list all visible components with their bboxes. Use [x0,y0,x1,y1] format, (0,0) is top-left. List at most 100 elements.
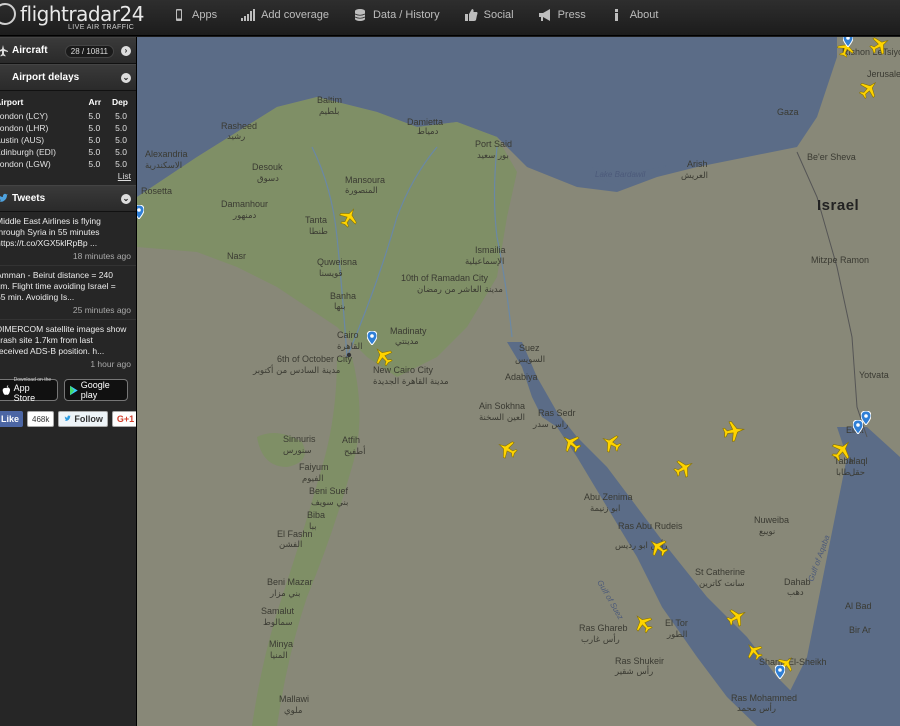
place-label-ar: نويبع [759,527,775,537]
country-label: Israel [817,197,859,214]
place-label: Ras Shukeir [615,656,664,666]
google-play-button[interactable]: Google play [64,379,128,401]
table-row[interactable]: London (LHR) 5.0 5.0 [0,122,132,134]
place-label-ar: ابو زنيمة [590,504,620,514]
delays-list-link[interactable]: List [0,171,136,181]
place-label: Desouk [252,162,283,172]
place-label-ar: بني مزار [269,589,300,599]
place-label-ar: راس سدر [532,420,568,430]
place-label: El Fashn [277,529,313,539]
place-label-ar: القاهرة [337,342,362,352]
tweet-item[interactable]: Middle East Airlines is flying through S… [0,212,136,266]
place-label: Madinaty [390,326,427,336]
nav-about[interactable]: About [598,0,671,30]
place-label: Abu Zenima [584,492,633,502]
nav-apps[interactable]: Apps [160,0,229,30]
place-label: Al Bad [845,601,872,611]
tweet-text: Amman - Beirut distance = 240 km. Flight… [0,270,116,302]
place-label: Ras Mohammed [731,693,797,703]
tweet-time: 25 minutes ago [72,305,131,315]
tweet-item[interactable]: Amman - Beirut distance = 240 km. Flight… [0,266,136,320]
place-label-ar: الاسكندرية [145,161,182,171]
map-canvas[interactable]: Alexandria الاسكندرية Baltim بلطيم Damie… [137,37,900,726]
airport-delays-header[interactable]: Airport delays ⌄ [0,64,136,91]
place-label: Bir Ar [849,625,871,635]
place-label: Damanhour [221,199,268,209]
place-label: Cairo [337,330,359,340]
place-label: Baltim [317,95,342,105]
nav-press[interactable]: Press [526,0,598,30]
tweet-time: 18 minutes ago [72,251,131,261]
nav-data-history[interactable]: Data / History [341,0,452,30]
plane-icon [0,45,8,57]
airport-cell: London (LGW) [0,159,51,169]
apple-icon [2,384,11,395]
place-label: Damietta [407,117,443,127]
place-label-ar: قويسنا [319,269,343,279]
place-label: New Cairo City [373,365,434,375]
dep-cell: 5.0 [115,147,127,157]
chevron-down-icon[interactable]: ⌄ [121,73,131,83]
place-label-ar: بنها [334,302,345,312]
app-store-button[interactable]: Download on the App Store [0,377,58,403]
place-label: Lake Bardawil [595,170,645,179]
tweet-time: 1 hour ago [90,359,131,369]
place-label-ar: الطور [666,630,687,640]
airport-cell: Edinburgh (EDI) [0,147,56,157]
twitter-bird-icon [0,193,8,202]
nav-add-coverage[interactable]: Add coverage [229,0,341,30]
top-bar: flightradar24 LIVE AIR TRAFFIC Apps Add … [0,0,900,36]
facebook-like-label: Like [1,414,20,424]
place-label: Rosetta [141,186,172,196]
airport-delays-title: Airport delays [12,72,80,83]
twitter-follow-button[interactable]: Follow [58,411,108,427]
place-label: Arish [687,159,708,169]
tweet-item[interactable]: DIMERCOM satellite images show crash sit… [0,320,136,373]
place-label: Ras Abu Rudeis [618,521,683,531]
place-label: Mallawi [279,694,309,704]
place-label-ar: دمياط [417,127,439,137]
table-row[interactable]: London (LCY) 5.0 5.0 [0,110,132,122]
nav-press-label: Press [557,9,586,21]
place-label: Yotvata [859,370,889,380]
dep-cell: 5.0 [115,135,127,145]
main-nav: Apps Add coverage Data / History Social … [160,0,670,36]
map-view[interactable]: Alexandria الاسكندرية Baltim بلطيم Damie… [137,37,900,726]
facebook-like-button[interactable]: Like [0,411,24,427]
google-plus-button[interactable]: G+1 [111,411,136,427]
nav-social[interactable]: Social [452,0,526,30]
col-airport: Airport [0,97,24,107]
chevron-right-icon[interactable]: › [121,46,131,56]
place-label: Nasr [227,251,246,261]
place-label-ar: ملوي [284,706,302,716]
place-label: Beni Suef [309,486,349,496]
place-label: 6th of October City [277,354,353,364]
airport-cell: Austin (AUS) [0,135,45,145]
brand-tagline: LIVE AIR TRAFFIC [68,24,135,31]
place-label: Biba [307,510,325,520]
arr-cell: 5.0 [88,123,101,133]
place-label: Sharm El-Sheikh [759,657,827,667]
table-row[interactable]: London (LGW) 5.0 5.0 [0,158,132,170]
airport-cell: London (LHR) [0,123,49,133]
arr-cell: 5.0 [88,135,101,145]
place-label-ar: حقل [849,468,865,478]
tweets-header[interactable]: Tweets ⌄ [0,185,136,212]
arr-cell: 5.0 [88,159,101,169]
table-row[interactable]: Austin (AUS) 5.0 5.0 [0,134,132,146]
table-row[interactable]: Edinburgh (EDI) 5.0 5.0 [0,146,132,158]
place-label-ar: سانت كاترين [699,579,745,589]
place-label: El Tor [665,618,688,628]
place-label: Ras Sedr [538,408,576,418]
chevron-down-icon[interactable]: ⌄ [121,194,131,204]
google-play-icon [70,385,78,395]
place-label: Samalut [261,606,295,616]
flightradar24-logo[interactable]: flightradar24 LIVE AIR TRAFFIC [0,2,144,34]
tweets-title: Tweets [12,193,46,204]
dep-cell: 5.0 [115,111,127,121]
arr-cell: 5.0 [88,111,101,121]
aircraft-panel-header[interactable]: Aircraft 28 / 10811 › [0,37,136,64]
place-label: Atfih [342,435,360,445]
place-label-ar: دهب [787,588,804,598]
dep-cell: 5.0 [115,159,127,169]
